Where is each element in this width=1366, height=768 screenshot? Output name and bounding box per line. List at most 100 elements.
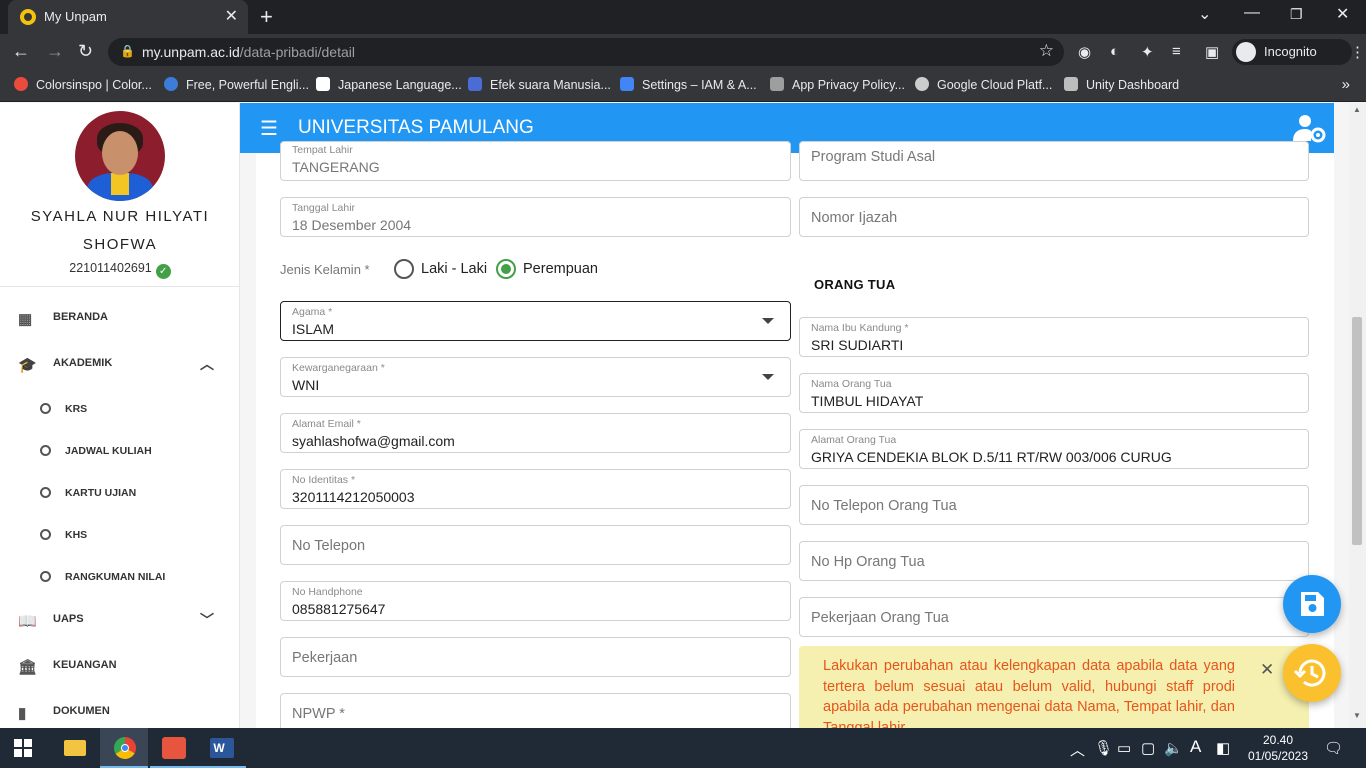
no-identitas-field[interactable]: No Identitas * 3201114212050003: [280, 469, 791, 509]
save-button[interactable]: [1283, 575, 1341, 633]
history-button[interactable]: [1283, 644, 1341, 702]
side-panel-icon[interactable]: ▣: [1205, 43, 1219, 61]
bookmark-item[interactable]: Efek suara Manusia...: [468, 77, 611, 92]
nama-ibu-kandung-field[interactable]: Nama Ibu Kandung * SRI SUDIARTI: [799, 317, 1309, 357]
app-c-icon: [162, 737, 186, 759]
kewarganegaraan-select[interactable]: Kewarganegaraan * WNI: [280, 357, 791, 397]
input-language-icon[interactable]: A: [1190, 737, 1201, 757]
incognito-badge[interactable]: Incognito: [1232, 39, 1352, 65]
incognito-icon: [1236, 42, 1256, 62]
field-label: Tempat Lahir: [292, 144, 353, 156]
page-scrollbar[interactable]: ▲ ▼: [1349, 103, 1366, 728]
extension-icon[interactable]: ◐: [1110, 43, 1119, 60]
nav-label: KHS: [65, 529, 88, 541]
browser-tab[interactable]: My Unpam ✕: [8, 0, 248, 34]
battery-icon[interactable]: ▭: [1117, 739, 1131, 757]
notification-center-icon[interactable]: 🗨: [1324, 739, 1343, 757]
npwp-field[interactable]: NPWP *: [280, 693, 791, 728]
program-studi-asal-field[interactable]: Program Studi Asal: [799, 141, 1309, 181]
field-value: SRI SUDIARTI: [811, 337, 904, 353]
back-arrow-icon[interactable]: ←: [12, 41, 30, 62]
minimize-window-icon[interactable]: —: [1244, 4, 1260, 22]
nomor-ijazah-field[interactable]: Nomor Ijazah: [799, 197, 1309, 237]
tanggal-lahir-field[interactable]: Tanggal Lahir 18 Desember 2004: [280, 197, 791, 237]
tab-close-icon[interactable]: ✕: [225, 6, 238, 26]
divider: [0, 286, 240, 287]
tray-chevron-up-icon[interactable]: ︿: [1070, 739, 1085, 760]
bookmark-item[interactable]: Colorsinspo | Color...: [14, 77, 152, 92]
email-field[interactable]: Alamat Email * syahlashofwa@gmail.com: [280, 413, 791, 453]
radio-label-laki-laki: Laki - Laki: [421, 261, 488, 277]
network-icon[interactable]: ▢: [1141, 739, 1155, 757]
bookmark-item[interactable]: Free, Powerful Engli...: [164, 77, 309, 92]
radio-laki-laki[interactable]: [394, 259, 414, 279]
scroll-up-arrow-icon[interactable]: ▲: [1353, 105, 1361, 114]
nav-jadwal-kuliah[interactable]: JADWAL KULIAH: [0, 439, 240, 465]
nav-akademik[interactable]: 🎓 AKADEMIK ︿: [0, 349, 240, 379]
hamburger-menu-icon[interactable]: ☰: [260, 116, 278, 141]
forward-arrow-icon[interactable]: →: [46, 41, 64, 62]
url-text: my.unpam.ac.id/data-pribadi/detail: [142, 44, 355, 60]
nav-khs[interactable]: KHS: [0, 523, 240, 549]
tempat-lahir-field[interactable]: Tempat Lahir TANGERANG: [280, 141, 791, 181]
close-notice-icon[interactable]: ✕: [1260, 660, 1274, 680]
bookmark-icon: ▮: [18, 705, 27, 722]
bookmark-star-icon[interactable]: ☆: [1039, 41, 1054, 61]
tab-title: My Unpam: [44, 9, 107, 24]
nav-kartu-ujian[interactable]: KARTU UJIAN: [0, 481, 240, 507]
field-label: Alamat Orang Tua: [811, 434, 897, 446]
file-explorer-taskbar-button[interactable]: [50, 728, 98, 768]
alamat-orang-tua-field[interactable]: Alamat Orang Tua GRIYA CENDEKIA BLOK D.5…: [799, 429, 1309, 469]
pekerjaan-field[interactable]: Pekerjaan: [280, 637, 791, 677]
nav-dokumen[interactable]: ▮ DOKUMEN: [0, 697, 240, 727]
tab-search-chevron-icon[interactable]: ⌄: [1198, 4, 1211, 24]
new-tab-button[interactable]: +: [260, 4, 273, 30]
taskbar-clock[interactable]: 20.40 01/05/2023: [1246, 732, 1310, 764]
floppy-disk-icon: [1301, 592, 1324, 616]
microphone-icon[interactable]: 🎙: [1094, 739, 1113, 757]
unity-icon: [1064, 77, 1078, 91]
media-control-icon[interactable]: ≡: [1172, 43, 1181, 60]
windows-start-icon[interactable]: [14, 739, 32, 757]
word-taskbar-button[interactable]: W: [198, 728, 246, 768]
chevron-up-icon: ︿: [200, 356, 214, 372]
nav-keuangan[interactable]: 🏛 KEUANGAN: [0, 651, 240, 681]
agama-select[interactable]: Agama * ISLAM: [280, 301, 791, 341]
pekerjaan-orang-tua-field[interactable]: Pekerjaan Orang Tua: [799, 597, 1309, 637]
lock-icon: 🔒: [120, 44, 135, 58]
restore-window-icon[interactable]: ❐: [1290, 6, 1303, 23]
more-bookmarks-icon[interactable]: »: [1342, 76, 1350, 93]
book-open-icon: 📖: [18, 613, 37, 630]
nav-beranda[interactable]: ▦ BERANDA: [0, 303, 240, 333]
no-telepon-field[interactable]: No Telepon: [280, 525, 791, 565]
close-window-icon[interactable]: ✕: [1336, 4, 1349, 24]
office-app-taskbar-button[interactable]: [150, 728, 198, 768]
bookmark-item[interactable]: Google Cloud Platf...: [915, 77, 1052, 92]
volume-icon[interactable]: 🔈: [1164, 739, 1183, 757]
screen: My Unpam ✕ + ⌄ — ❐ ✕ ← → ↻ 🔒 my.unpam.ac…: [0, 0, 1366, 768]
nav-rangkuman-nilai[interactable]: RANGKUMAN NILAI: [0, 565, 240, 591]
scroll-down-arrow-icon[interactable]: ▼: [1353, 711, 1361, 720]
browser-menu-icon[interactable]: ⋮: [1350, 43, 1365, 61]
bookmark-item[interactable]: App Privacy Policy...: [770, 77, 905, 92]
word-icon: W: [210, 738, 234, 758]
no-handphone-field[interactable]: No Handphone 085881275647: [280, 581, 791, 621]
extensions-puzzle-icon[interactable]: ✦: [1141, 43, 1154, 61]
colorpicker-extension-icon[interactable]: ◉: [1078, 43, 1091, 61]
nav-uaps[interactable]: 📖 UAPS ﹀: [0, 605, 240, 635]
telepon-orang-tua-field[interactable]: No Telepon Orang Tua: [799, 485, 1309, 525]
scrollbar-thumb[interactable]: [1352, 317, 1362, 545]
reload-icon[interactable]: ↻: [78, 41, 93, 62]
chrome-taskbar-button[interactable]: [100, 728, 148, 768]
radio-perempuan[interactable]: [496, 259, 516, 279]
nama-orang-tua-field[interactable]: Nama Orang Tua TIMBUL HIDAYAT: [799, 373, 1309, 413]
document-icon: [770, 77, 784, 91]
nav-krs[interactable]: KRS: [0, 397, 240, 423]
action-status-icon[interactable]: ◧: [1216, 739, 1230, 757]
bookmark-item[interactable]: Settings – IAM & A...: [620, 77, 757, 92]
address-bar[interactable]: 🔒 my.unpam.ac.id/data-pribadi/detail ☆: [108, 38, 1064, 66]
hp-orang-tua-field[interactable]: No Hp Orang Tua: [799, 541, 1309, 581]
bookmark-item[interactable]: Japanese Language...: [316, 77, 462, 92]
bookmark-item[interactable]: Unity Dashboard: [1064, 77, 1179, 92]
user-settings-icon[interactable]: [1292, 113, 1326, 143]
